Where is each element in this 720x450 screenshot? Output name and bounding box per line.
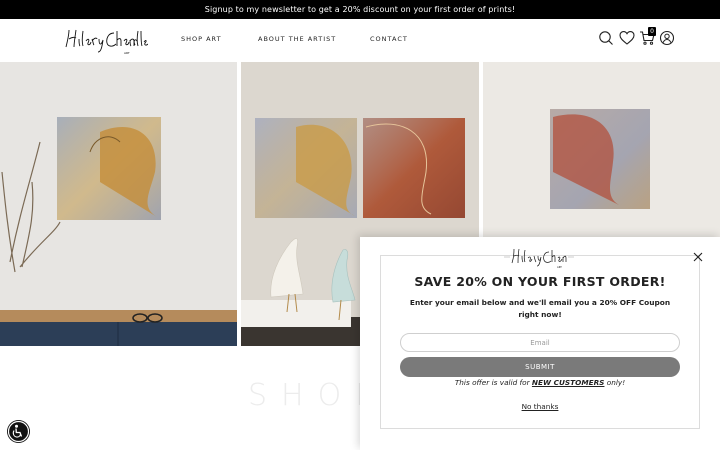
site-logo[interactable]: ART [62, 25, 148, 55]
offer-note-suffix: only! [604, 378, 626, 387]
no-thanks-link[interactable]: No thanks [360, 402, 720, 411]
close-icon[interactable] [693, 252, 703, 262]
popup-logo: ART [504, 248, 574, 269]
popup-title: SAVE 20% ON YOUR FIRST ORDER! [414, 274, 666, 289]
svg-text:ART: ART [557, 265, 562, 269]
accessibility-icon[interactable] [7, 420, 30, 443]
announcement-bar[interactable]: Signup to my newsletter to get a 20% dis… [0, 0, 720, 19]
nav-about-the-artist[interactable]: ABOUT THE ARTIST [258, 35, 336, 43]
newsletter-popup: ART SAVE 20% ON YOUR FIRST ORDER! Enter … [360, 237, 720, 450]
announcement-text[interactable]: Signup to my newsletter to get a 20% dis… [205, 5, 515, 14]
offer-note: This offer is valid for NEW CUSTOMERS on… [360, 378, 720, 387]
account-icon[interactable] [659, 30, 675, 46]
popup-description: Enter your email below and we'll email y… [409, 298, 671, 319]
gallery-image-1[interactable] [0, 62, 237, 346]
heart-icon[interactable] [619, 30, 635, 46]
offer-note-prefix: This offer is valid for [454, 378, 532, 387]
submit-button[interactable]: SUBMIT [400, 357, 680, 377]
search-icon[interactable] [598, 30, 614, 46]
svg-text:ART: ART [124, 51, 130, 55]
offer-note-highlight: NEW CUSTOMERS [531, 378, 605, 387]
site-header: ART SHOP ART ABOUT THE ARTIST CONTACT 0 [0, 19, 720, 62]
cart-count-badge: 0 [648, 27, 656, 36]
email-field[interactable] [400, 333, 680, 352]
nav-shop-art[interactable]: SHOP ART [181, 35, 222, 43]
nav-contact[interactable]: CONTACT [370, 35, 408, 43]
